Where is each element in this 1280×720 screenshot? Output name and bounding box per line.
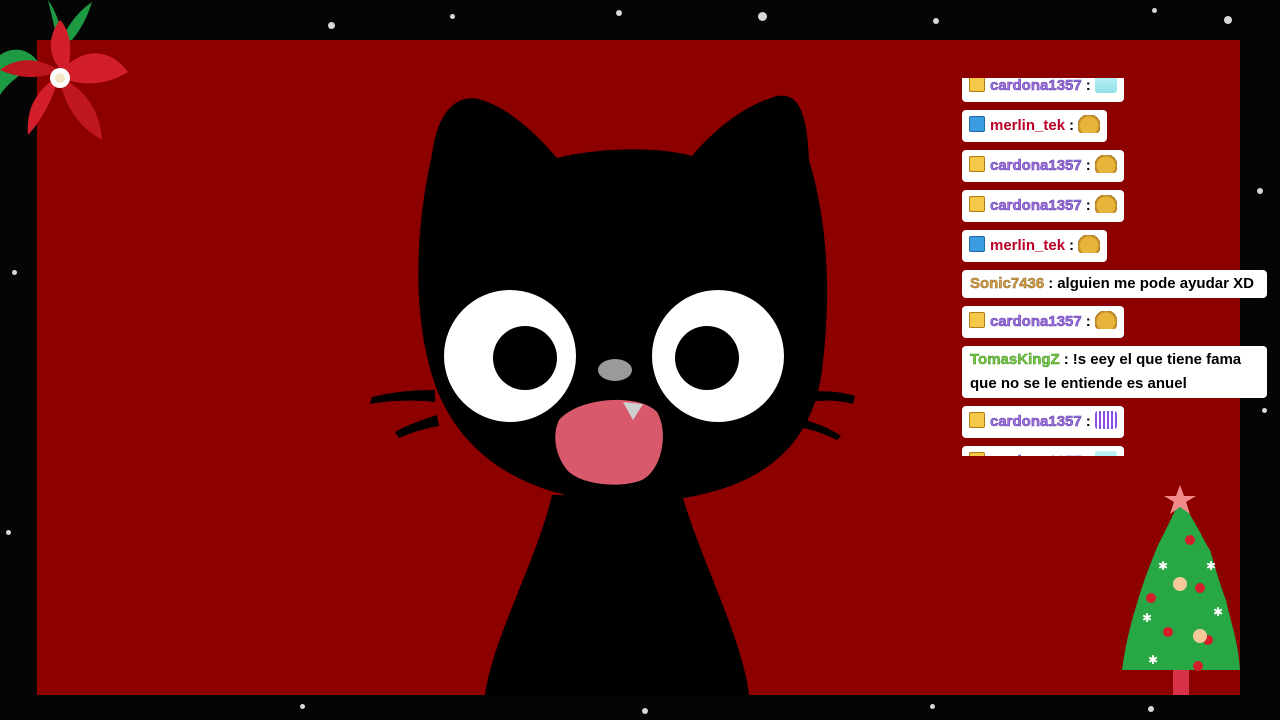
chat-separator: : bbox=[1085, 313, 1091, 330]
chat-separator: : bbox=[1063, 351, 1069, 368]
crown-icon bbox=[969, 452, 985, 456]
snowflake bbox=[933, 18, 939, 24]
chat-username[interactable]: merlin_tek bbox=[990, 237, 1065, 254]
snowflake bbox=[1224, 16, 1232, 24]
snowflake bbox=[1148, 706, 1154, 712]
chat-message: cardona1357: bbox=[962, 406, 1124, 438]
cheems-emote bbox=[1078, 235, 1101, 253]
chat-username[interactable]: Sonic7436 bbox=[970, 275, 1045, 293]
left-pupil bbox=[493, 326, 557, 390]
chat-message: cardona1357: bbox=[962, 190, 1124, 222]
chat-message-text: alguien me pode ayudar XD bbox=[1057, 275, 1254, 292]
chat-separator: : bbox=[1086, 453, 1091, 456]
snowflake bbox=[642, 708, 648, 714]
crown-icon bbox=[969, 412, 985, 428]
chat-message: merlin_tek: bbox=[962, 110, 1108, 142]
snowflake bbox=[450, 14, 455, 19]
snowflake bbox=[616, 10, 622, 16]
cheems-emote bbox=[1094, 311, 1117, 329]
svg-text:✱: ✱ bbox=[1213, 605, 1223, 619]
chat-separator: : bbox=[1085, 413, 1091, 430]
chat-username[interactable]: cardona1357 bbox=[990, 197, 1082, 215]
snowflake bbox=[328, 22, 335, 29]
chat-username[interactable]: merlin_tek bbox=[990, 117, 1065, 134]
chat-separator: : bbox=[1069, 117, 1075, 134]
cat-body bbox=[485, 495, 749, 695]
chat-separator: : bbox=[1085, 157, 1091, 174]
snowflake bbox=[930, 704, 935, 709]
whisker bbox=[370, 390, 435, 404]
whisker bbox=[803, 420, 841, 440]
crown-icon bbox=[969, 78, 985, 92]
snowflake bbox=[1152, 8, 1157, 13]
chat-message-list: cardona1357: merlin_tek: cardona1357: cardo… bbox=[962, 78, 1267, 456]
crown-icon bbox=[969, 156, 985, 172]
chat-username[interactable]: cardona1357 bbox=[990, 313, 1082, 331]
svg-text:✱: ✱ bbox=[1142, 611, 1152, 625]
cheems-emote bbox=[1094, 155, 1117, 173]
right-pupil bbox=[675, 326, 739, 390]
chat-username[interactable]: TomasKingZ bbox=[970, 351, 1060, 369]
svg-text:✱: ✱ bbox=[1158, 559, 1168, 573]
chat-username[interactable]: cardona1357 bbox=[990, 453, 1082, 456]
chat-username[interactable]: cardona1357 bbox=[990, 413, 1082, 431]
wrench-icon bbox=[969, 116, 985, 132]
whisker bbox=[395, 415, 439, 438]
poinsettia-icon bbox=[0, 0, 128, 140]
chat-username[interactable]: cardona1357 bbox=[990, 78, 1082, 94]
chat-message: TomasKingZ: !s eey el que tiene fama que … bbox=[962, 346, 1267, 398]
cat-nose bbox=[598, 359, 632, 381]
ghost-emote bbox=[1094, 451, 1117, 456]
chat-message: Sonic7436: alguien me pode ayudar XD bbox=[962, 270, 1267, 298]
snowflake bbox=[12, 270, 17, 275]
chat-separator: : bbox=[1085, 197, 1091, 214]
chat-message: cardona1357: bbox=[962, 306, 1124, 338]
wrench-icon bbox=[969, 236, 985, 252]
chat-message: cardona1357: bbox=[962, 446, 1124, 456]
svg-text:✱: ✱ bbox=[1148, 653, 1158, 667]
cat-tongue bbox=[555, 399, 663, 485]
chat-message: cardona1357: bbox=[962, 150, 1124, 182]
bars-emote bbox=[1094, 411, 1117, 429]
chat-overlay: cardona1357: merlin_tek: cardona1357: cardo… bbox=[962, 78, 1267, 456]
chat-message: cardona1357: bbox=[962, 78, 1124, 102]
christmas-tree-icon: ✱ ✱ ✱ ✱ ✱ bbox=[1122, 485, 1240, 695]
chat-message: merlin_tek: bbox=[962, 230, 1108, 262]
snowflake bbox=[6, 530, 11, 535]
ghost-emote bbox=[1094, 78, 1117, 93]
crown-icon bbox=[969, 196, 985, 212]
crown-icon bbox=[969, 312, 985, 328]
chat-separator: : bbox=[1048, 275, 1054, 292]
chat-separator: : bbox=[1069, 237, 1075, 254]
chat-separator: : bbox=[1085, 78, 1091, 94]
svg-text:✱: ✱ bbox=[1206, 559, 1216, 573]
snowflake bbox=[758, 12, 767, 21]
chat-username[interactable]: cardona1357 bbox=[990, 157, 1082, 175]
cheems-emote bbox=[1078, 115, 1101, 133]
cheems-emote bbox=[1094, 195, 1117, 213]
snowflake bbox=[300, 704, 305, 709]
